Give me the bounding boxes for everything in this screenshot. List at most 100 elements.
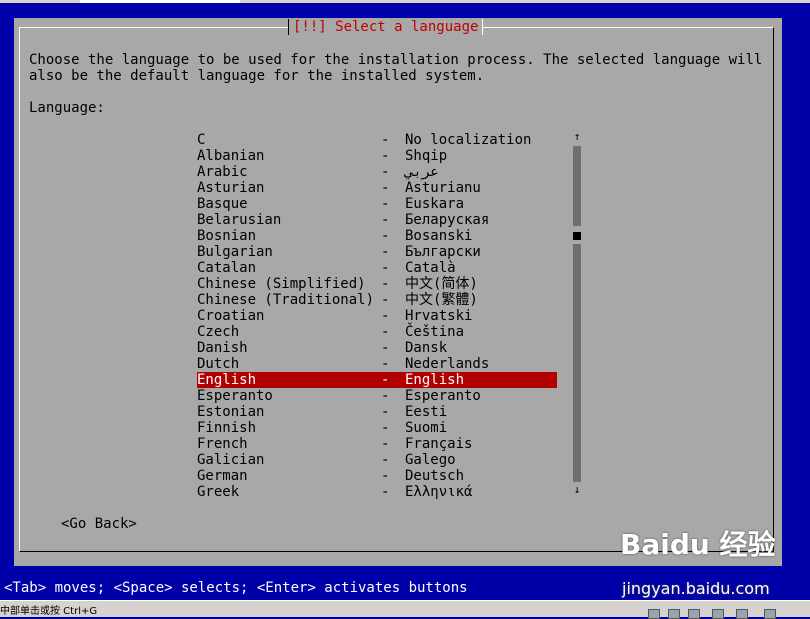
language-name: Arabic xyxy=(197,164,248,180)
language-name: English xyxy=(197,372,257,388)
language-separator: - xyxy=(381,340,390,356)
language-native-name: Eesti xyxy=(405,404,448,420)
language-separator: - xyxy=(381,420,390,436)
language-name: Asturian xyxy=(197,180,265,196)
language-native-name: Asturianu xyxy=(405,180,481,196)
language-separator: - xyxy=(381,196,390,212)
language-native-name: Shqip xyxy=(405,148,448,164)
language-option[interactable]: Croatian - Hrvatski xyxy=(197,308,557,324)
scrollbar-thumb[interactable] xyxy=(573,232,581,240)
language-option[interactable]: Chinese (Simplified) - 中文(简体) xyxy=(197,276,557,292)
language-option[interactable]: Greek - Ελληνικά xyxy=(197,484,557,500)
language-native-name: Esperanto xyxy=(405,388,481,404)
language-option[interactable]: Arabic - عربي xyxy=(197,164,557,180)
language-separator: - xyxy=(381,484,390,500)
language-separator: - xyxy=(381,324,390,340)
disk-icon[interactable] xyxy=(648,609,660,619)
go-back-button[interactable]: <Go Back> xyxy=(61,516,137,532)
baidu-url: jingyan.baidu.com xyxy=(622,579,770,598)
language-option[interactable]: Albanian - Shqip xyxy=(197,148,557,164)
language-option[interactable]: Basque - Euskara xyxy=(197,196,557,212)
language-name: Chinese (Traditional) xyxy=(197,292,375,308)
scrollbar-track-lower[interactable] xyxy=(573,244,581,482)
language-separator: - xyxy=(381,132,390,148)
dialog-description: Choose the language to be used for the i… xyxy=(29,52,763,84)
language-separator: - xyxy=(381,388,390,404)
language-option[interactable]: Asturian - Asturianu xyxy=(197,180,557,196)
cdrom-icon[interactable] xyxy=(668,609,680,619)
language-separator: - xyxy=(381,260,390,276)
language-name: Galician xyxy=(197,452,265,468)
language-name: Chinese (Simplified) xyxy=(197,276,366,292)
language-separator: - xyxy=(381,164,390,180)
scroll-down-arrow-icon[interactable]: ↓ xyxy=(572,484,582,496)
language-name: Belarusian xyxy=(197,212,282,228)
language-native-name: Bosanski xyxy=(405,228,473,244)
language-native-name: Dansk xyxy=(405,340,448,356)
language-option[interactable]: Estonian - Eesti xyxy=(197,404,557,420)
language-native-name: عربي xyxy=(405,164,439,180)
language-option[interactable]: Finnish - Suomi xyxy=(197,420,557,436)
language-option[interactable]: Galician - Galego xyxy=(197,452,557,468)
usb-icon[interactable] xyxy=(688,609,700,619)
language-native-name: Suomi xyxy=(405,420,448,436)
language-option[interactable]: English - English xyxy=(197,372,557,388)
language-option[interactable]: German - Deutsch xyxy=(197,468,557,484)
language-option[interactable]: French - Français xyxy=(197,436,557,452)
language-native-name: Français xyxy=(405,436,473,452)
language-name: Czech xyxy=(197,324,240,340)
language-native-name: Български xyxy=(405,244,481,260)
language-name: Catalan xyxy=(197,260,257,276)
language-separator: - xyxy=(381,228,390,244)
language-native-name: Čeština xyxy=(405,324,465,340)
language-separator: - xyxy=(381,292,390,308)
language-name: Finnish xyxy=(197,420,257,436)
language-separator: - xyxy=(381,180,390,196)
language-option[interactable]: Catalan - Català xyxy=(197,260,557,276)
language-option[interactable]: Bosnian - Bosanski xyxy=(197,228,557,244)
language-native-name: Hrvatski xyxy=(405,308,473,324)
network-icon[interactable] xyxy=(712,609,724,619)
language-option[interactable]: Chinese (Traditional) - 中文(繁體) xyxy=(197,292,557,308)
host-window-top-edge xyxy=(0,0,810,3)
language-list-scrollbar[interactable]: ↑ ↓ xyxy=(572,131,582,500)
language-list[interactable]: C - No localization Albanian - Shqip Arabic - عر… xyxy=(197,132,557,500)
language-separator: - xyxy=(381,404,390,420)
language-option[interactable]: Czech - Čeština xyxy=(197,324,557,340)
language-name: Albanian xyxy=(197,148,265,164)
language-native-name: Беларуская xyxy=(405,212,490,228)
language-separator: - xyxy=(381,356,390,372)
language-option[interactable]: Belarusian - Беларуская xyxy=(197,212,557,228)
audio-icon[interactable] xyxy=(736,609,748,619)
language-separator: - xyxy=(381,468,390,484)
language-option[interactable]: C - No localization xyxy=(197,132,557,148)
language-option[interactable]: Esperanto - Esperanto xyxy=(197,388,557,404)
language-option[interactable]: Bulgarian - Български xyxy=(197,244,557,260)
language-separator: - xyxy=(381,148,390,164)
host-tab xyxy=(80,0,240,3)
language-native-name: Deutsch xyxy=(405,468,465,484)
display-icon[interactable] xyxy=(764,609,776,619)
language-name: C xyxy=(197,132,206,148)
language-name: Esperanto xyxy=(197,388,273,404)
host-taskbar: 中部单击或按 Ctrl+G xyxy=(0,600,810,619)
language-native-name: Ελληνικά xyxy=(405,484,473,500)
language-dialog: [!!] Select a language Choose the langua… xyxy=(14,18,782,566)
dialog-title: [!!] Select a language xyxy=(288,19,484,35)
language-option[interactable]: Danish - Dansk xyxy=(197,340,557,356)
language-separator: - xyxy=(381,276,390,292)
language-name: Greek xyxy=(197,484,240,500)
language-option[interactable]: Dutch - Nederlands xyxy=(197,356,557,372)
language-name: Bosnian xyxy=(197,228,257,244)
language-native-name: Galego xyxy=(405,452,456,468)
language-name: Bulgarian xyxy=(197,244,273,260)
scroll-up-arrow-icon[interactable]: ↑ xyxy=(572,131,582,143)
scrollbar-track-upper[interactable] xyxy=(573,146,581,226)
language-list-label: Language: xyxy=(29,100,105,116)
baidu-jingyan-watermark: Baidu 经验 jingyan.baidu.com xyxy=(620,528,776,598)
language-name: French xyxy=(197,436,248,452)
language-name: Danish xyxy=(197,340,248,356)
language-name: Croatian xyxy=(197,308,265,324)
baidu-logo: Baidu 经验 xyxy=(620,528,776,561)
language-native-name: 中文(繁體) xyxy=(405,292,478,308)
